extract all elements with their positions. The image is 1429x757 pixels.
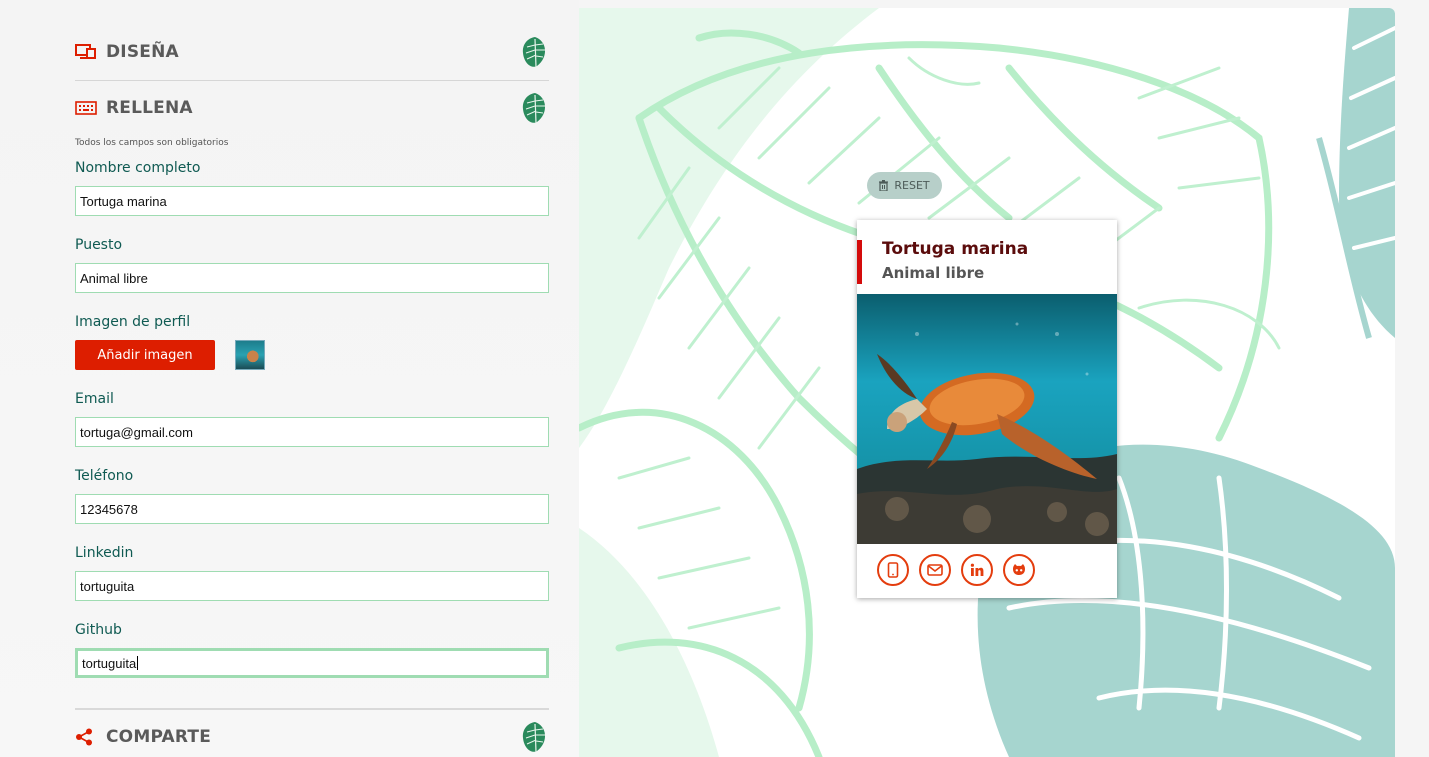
form-panel: DISEÑA RELLENA Todos los campos son obli… bbox=[0, 0, 579, 757]
section-fill-header[interactable]: RELLENA bbox=[75, 91, 549, 125]
add-image-button[interactable]: Añadir imagen bbox=[75, 340, 215, 370]
linkedin-label: Linkedin bbox=[75, 545, 134, 561]
share-icon bbox=[75, 728, 97, 746]
job-label: Puesto bbox=[75, 237, 123, 253]
github-icon[interactable] bbox=[1003, 554, 1035, 586]
card-name: Tortuga marina bbox=[882, 239, 1029, 259]
job-input[interactable]: Animal libre bbox=[75, 263, 549, 293]
image-label: Imagen de perfil bbox=[75, 314, 191, 330]
divider bbox=[75, 80, 549, 81]
section-design-header[interactable]: DISEÑA bbox=[75, 35, 549, 69]
leaf-toggle-icon[interactable] bbox=[521, 35, 549, 69]
required-note: Todos los campos son obligatorios bbox=[75, 138, 229, 148]
card-photo bbox=[857, 294, 1117, 544]
section-share-header[interactable]: COMPARTE bbox=[75, 720, 549, 754]
section-fill-title: RELLENA bbox=[106, 98, 193, 118]
card-job: Animal libre bbox=[882, 264, 985, 282]
linkedin-value: tortuguita bbox=[80, 578, 135, 594]
job-value: Animal libre bbox=[80, 270, 148, 286]
profile-card: Tortuga marina Animal libre bbox=[857, 220, 1117, 598]
github-value: tortuguita bbox=[82, 655, 137, 671]
phone-input[interactable]: 12345678 bbox=[75, 494, 549, 524]
phone-label: Teléfono bbox=[75, 468, 134, 484]
card-contact-icons bbox=[877, 554, 1035, 586]
design-monitor-icon bbox=[75, 43, 97, 61]
name-input[interactable]: Tortuga marina bbox=[75, 186, 549, 216]
github-input[interactable]: tortuguita bbox=[75, 648, 549, 678]
email-value: tortuga@gmail.com bbox=[80, 424, 193, 440]
github-label: Github bbox=[75, 622, 122, 638]
keyboard-icon bbox=[75, 99, 97, 117]
section-share-title: COMPARTE bbox=[106, 727, 212, 747]
leaf-toggle-icon[interactable] bbox=[521, 91, 549, 125]
reset-label: RESET bbox=[894, 179, 930, 192]
profile-image-thumbnail bbox=[235, 340, 265, 370]
divider bbox=[75, 708, 549, 710]
linkedin-icon[interactable] bbox=[961, 554, 993, 586]
email-label: Email bbox=[75, 391, 114, 407]
phone-value: 12345678 bbox=[80, 501, 138, 517]
phone-icon[interactable] bbox=[877, 554, 909, 586]
linkedin-input[interactable]: tortuguita bbox=[75, 571, 549, 601]
reset-button[interactable]: RESET bbox=[867, 172, 942, 199]
trash-icon bbox=[879, 180, 889, 191]
leaf-toggle-icon[interactable] bbox=[521, 720, 549, 754]
name-label: Nombre completo bbox=[75, 160, 201, 176]
section-design-title: DISEÑA bbox=[106, 42, 179, 62]
email-input[interactable]: tortuga@gmail.com bbox=[75, 417, 549, 447]
email-icon[interactable] bbox=[919, 554, 951, 586]
name-value: Tortuga marina bbox=[80, 193, 167, 209]
text-caret bbox=[137, 656, 139, 670]
